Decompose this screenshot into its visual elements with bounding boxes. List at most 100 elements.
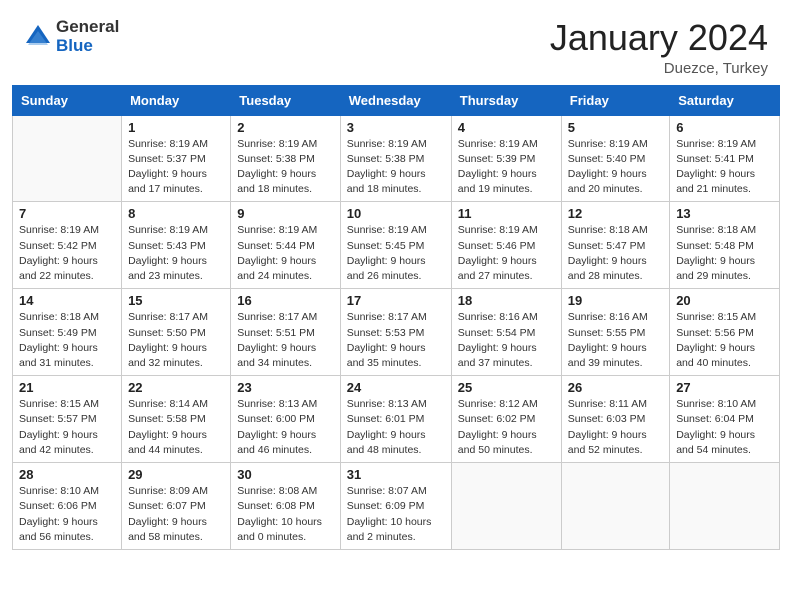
day-number: 15	[128, 293, 224, 308]
calendar-cell: 21 Sunrise: 8:15 AMSunset: 5:57 PMDayligh…	[13, 376, 122, 463]
day-info: Sunrise: 8:19 AMSunset: 5:44 PMDaylight:…	[237, 223, 333, 284]
day-number: 16	[237, 293, 333, 308]
col-tuesday: Tuesday	[231, 85, 340, 115]
col-thursday: Thursday	[451, 85, 561, 115]
day-number: 28	[19, 467, 115, 482]
day-info: Sunrise: 8:17 AMSunset: 5:53 PMDaylight:…	[347, 310, 445, 371]
calendar-cell: 13 Sunrise: 8:18 AMSunset: 5:48 PMDayligh…	[670, 202, 780, 289]
calendar-cell	[670, 463, 780, 550]
page: General Blue January 2024 Duezce, Turkey…	[0, 0, 792, 562]
col-wednesday: Wednesday	[340, 85, 451, 115]
logo-general: General	[56, 18, 119, 37]
day-number: 30	[237, 467, 333, 482]
day-info: Sunrise: 8:18 AMSunset: 5:49 PMDaylight:…	[19, 310, 115, 371]
calendar-cell: 26 Sunrise: 8:11 AMSunset: 6:03 PMDayligh…	[561, 376, 669, 463]
calendar-cell: 16 Sunrise: 8:17 AMSunset: 5:51 PMDayligh…	[231, 289, 340, 376]
day-info: Sunrise: 8:07 AMSunset: 6:09 PMDaylight:…	[347, 484, 445, 545]
day-info: Sunrise: 8:19 AMSunset: 5:37 PMDaylight:…	[128, 137, 224, 198]
col-saturday: Saturday	[670, 85, 780, 115]
header-row: Sunday Monday Tuesday Wednesday Thursday…	[13, 85, 780, 115]
day-info: Sunrise: 8:14 AMSunset: 5:58 PMDaylight:…	[128, 397, 224, 458]
day-info: Sunrise: 8:08 AMSunset: 6:08 PMDaylight:…	[237, 484, 333, 545]
day-info: Sunrise: 8:15 AMSunset: 5:56 PMDaylight:…	[676, 310, 773, 371]
day-number: 25	[458, 380, 555, 395]
day-info: Sunrise: 8:19 AMSunset: 5:39 PMDaylight:…	[458, 137, 555, 198]
calendar-cell: 31 Sunrise: 8:07 AMSunset: 6:09 PMDayligh…	[340, 463, 451, 550]
day-info: Sunrise: 8:10 AMSunset: 6:04 PMDaylight:…	[676, 397, 773, 458]
logo-text: General Blue	[56, 18, 119, 55]
day-info: Sunrise: 8:19 AMSunset: 5:45 PMDaylight:…	[347, 223, 445, 284]
header: General Blue January 2024 Duezce, Turkey	[0, 0, 792, 85]
calendar-week-4: 21 Sunrise: 8:15 AMSunset: 5:57 PMDayligh…	[13, 376, 780, 463]
day-info: Sunrise: 8:11 AMSunset: 6:03 PMDaylight:…	[568, 397, 663, 458]
day-number: 29	[128, 467, 224, 482]
day-number: 19	[568, 293, 663, 308]
day-info: Sunrise: 8:15 AMSunset: 5:57 PMDaylight:…	[19, 397, 115, 458]
calendar-cell: 11 Sunrise: 8:19 AMSunset: 5:46 PMDayligh…	[451, 202, 561, 289]
calendar-cell: 12 Sunrise: 8:18 AMSunset: 5:47 PMDayligh…	[561, 202, 669, 289]
col-sunday: Sunday	[13, 85, 122, 115]
calendar-cell: 28 Sunrise: 8:10 AMSunset: 6:06 PMDayligh…	[13, 463, 122, 550]
calendar-cell: 4 Sunrise: 8:19 AMSunset: 5:39 PMDaylight…	[451, 115, 561, 202]
calendar-cell: 10 Sunrise: 8:19 AMSunset: 5:45 PMDayligh…	[340, 202, 451, 289]
calendar-table: Sunday Monday Tuesday Wednesday Thursday…	[12, 85, 780, 550]
day-number: 11	[458, 206, 555, 221]
calendar-cell: 15Sunrise: 8:17 AMSunset: 5:50 PMDayligh…	[122, 289, 231, 376]
day-info: Sunrise: 8:16 AMSunset: 5:55 PMDaylight:…	[568, 310, 663, 371]
month-title: January 2024	[550, 18, 768, 58]
day-info: Sunrise: 8:19 AMSunset: 5:42 PMDaylight:…	[19, 223, 115, 284]
calendar-cell: 30 Sunrise: 8:08 AMSunset: 6:08 PMDayligh…	[231, 463, 340, 550]
day-number: 6	[676, 120, 773, 135]
day-number: 23	[237, 380, 333, 395]
calendar-cell	[13, 115, 122, 202]
calendar-cell: 1 Sunrise: 8:19 AMSunset: 5:37 PMDaylight…	[122, 115, 231, 202]
day-number: 3	[347, 120, 445, 135]
day-number: 5	[568, 120, 663, 135]
location: Duezce, Turkey	[550, 60, 768, 77]
calendar-cell: 17 Sunrise: 8:17 AMSunset: 5:53 PMDayligh…	[340, 289, 451, 376]
day-number: 21	[19, 380, 115, 395]
day-info: Sunrise: 8:16 AMSunset: 5:54 PMDaylight:…	[458, 310, 555, 371]
day-number: 17	[347, 293, 445, 308]
calendar-week-1: 1 Sunrise: 8:19 AMSunset: 5:37 PMDaylight…	[13, 115, 780, 202]
day-info: Sunrise: 8:17 AMSunset: 5:51 PMDaylight:…	[237, 310, 333, 371]
calendar-cell: 6Sunrise: 8:19 AMSunset: 5:41 PMDaylight…	[670, 115, 780, 202]
day-number: 22	[128, 380, 224, 395]
col-friday: Friday	[561, 85, 669, 115]
logo: General Blue	[24, 18, 119, 55]
day-number: 18	[458, 293, 555, 308]
col-monday: Monday	[122, 85, 231, 115]
calendar-cell: 24Sunrise: 8:13 AMSunset: 6:01 PMDayligh…	[340, 376, 451, 463]
day-info: Sunrise: 8:12 AMSunset: 6:02 PMDaylight:…	[458, 397, 555, 458]
day-number: 1	[128, 120, 224, 135]
calendar-cell: 27Sunrise: 8:10 AMSunset: 6:04 PMDayligh…	[670, 376, 780, 463]
calendar-week-3: 14Sunrise: 8:18 AMSunset: 5:49 PMDayligh…	[13, 289, 780, 376]
calendar-cell: 7Sunrise: 8:19 AMSunset: 5:42 PMDaylight…	[13, 202, 122, 289]
day-number: 10	[347, 206, 445, 221]
day-number: 12	[568, 206, 663, 221]
calendar-cell: 25 Sunrise: 8:12 AMSunset: 6:02 PMDayligh…	[451, 376, 561, 463]
day-number: 26	[568, 380, 663, 395]
calendar-header: Sunday Monday Tuesday Wednesday Thursday…	[13, 85, 780, 115]
day-info: Sunrise: 8:18 AMSunset: 5:48 PMDaylight:…	[676, 223, 773, 284]
day-info: Sunrise: 8:09 AMSunset: 6:07 PMDaylight:…	[128, 484, 224, 545]
day-info: Sunrise: 8:19 AMSunset: 5:38 PMDaylight:…	[237, 137, 333, 198]
day-info: Sunrise: 8:19 AMSunset: 5:40 PMDaylight:…	[568, 137, 663, 198]
calendar-cell: 23 Sunrise: 8:13 AMSunset: 6:00 PMDayligh…	[231, 376, 340, 463]
day-number: 4	[458, 120, 555, 135]
day-info: Sunrise: 8:13 AMSunset: 6:01 PMDaylight:…	[347, 397, 445, 458]
day-info: Sunrise: 8:19 AMSunset: 5:43 PMDaylight:…	[128, 223, 224, 284]
day-number: 2	[237, 120, 333, 135]
calendar-cell	[451, 463, 561, 550]
day-info: Sunrise: 8:10 AMSunset: 6:06 PMDaylight:…	[19, 484, 115, 545]
day-info: Sunrise: 8:18 AMSunset: 5:47 PMDaylight:…	[568, 223, 663, 284]
day-info: Sunrise: 8:13 AMSunset: 6:00 PMDaylight:…	[237, 397, 333, 458]
calendar-cell: 19 Sunrise: 8:16 AMSunset: 5:55 PMDayligh…	[561, 289, 669, 376]
day-number: 31	[347, 467, 445, 482]
day-info: Sunrise: 8:19 AMSunset: 5:46 PMDaylight:…	[458, 223, 555, 284]
calendar-cell: 8Sunrise: 8:19 AMSunset: 5:43 PMDaylight…	[122, 202, 231, 289]
day-info: Sunrise: 8:19 AMSunset: 5:38 PMDaylight:…	[347, 137, 445, 198]
calendar-cell: 29 Sunrise: 8:09 AMSunset: 6:07 PMDayligh…	[122, 463, 231, 550]
calendar-cell: 5 Sunrise: 8:19 AMSunset: 5:40 PMDaylight…	[561, 115, 669, 202]
day-number: 13	[676, 206, 773, 221]
